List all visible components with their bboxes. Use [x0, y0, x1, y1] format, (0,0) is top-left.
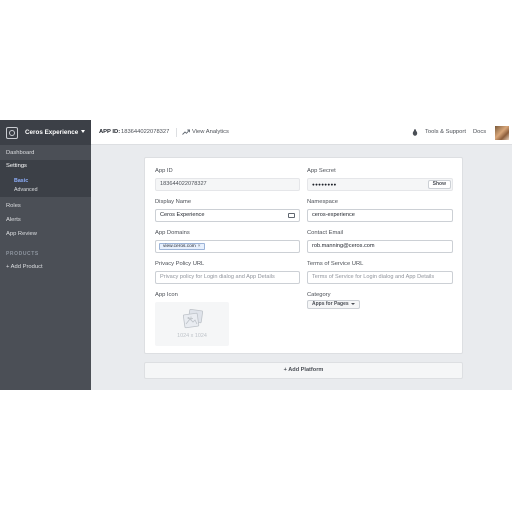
terms-of-service-field[interactable]: Terms of Service for Login dialog and Ap… — [307, 271, 453, 284]
trend-arrow-icon — [182, 129, 190, 135]
image-placeholder-icon — [182, 309, 204, 329]
products-heading: PRODUCTS — [6, 251, 39, 257]
app-id-label: APP ID: — [99, 129, 121, 135]
sidebar-item-app-review[interactable]: App Review — [0, 229, 91, 239]
basic-settings-card: App ID 183644022078327 App Secret ●●●●●●… — [144, 157, 463, 354]
category-dropdown[interactable]: Apps for Pages — [307, 300, 360, 309]
card-icon — [288, 213, 295, 218]
display-name-value: Ceros Experience — [160, 212, 205, 218]
sidebar-item-alerts[interactable]: Alerts — [0, 215, 91, 225]
app-dashboard-screenshot: Ceros Experience Dashboard Settings Basi… — [0, 120, 512, 390]
sidebar: Ceros Experience Dashboard Settings Basi… — [0, 120, 91, 390]
app-secret-value: ●●●●●●●● — [312, 182, 337, 187]
cube-icon — [6, 126, 18, 139]
domain-tag: view.ceros.com × — [159, 243, 205, 250]
privacy-policy-label: Privacy Policy URL — [155, 261, 205, 267]
terms-of-service-label: Terms of Service URL — [307, 261, 364, 267]
remove-domain-icon[interactable]: × — [198, 244, 201, 249]
namespace-label: Namespace — [307, 199, 338, 205]
sidebar-item-dashboard[interactable]: Dashboard — [0, 148, 91, 159]
sidebar-item-roles[interactable]: Roles — [0, 201, 91, 211]
main-content: App ID 183644022078327 App Secret ●●●●●●… — [91, 145, 512, 390]
app-id-value: 183644022078327 — [121, 129, 170, 135]
sidebar-item-advanced[interactable]: Advanced — [0, 186, 91, 194]
app-secret-label: App Secret — [307, 168, 336, 174]
app-id-field: 183644022078327 — [155, 178, 300, 191]
sidebar-item-settings[interactable]: Settings — [0, 160, 91, 172]
app-secret-field: ●●●●●●●● Show — [307, 178, 453, 191]
category-label: Category — [307, 292, 331, 298]
top-bar: APP ID: 183644022078327 View Analytics T… — [91, 120, 512, 145]
divider — [176, 128, 177, 137]
domain-tag-label: view.ceros.com — [163, 244, 196, 249]
caret-down-icon — [81, 130, 85, 133]
privacy-policy-field[interactable]: Privacy policy for Login dialog and App … — [155, 271, 300, 284]
app-domains-label: App Domains — [155, 230, 190, 236]
contact-email-field[interactable]: rob.manning@ceros.com — [307, 240, 453, 253]
show-secret-button[interactable]: Show — [427, 180, 451, 189]
app-icon-upload[interactable]: 1024 x 1024 — [155, 302, 229, 346]
bug-icon — [412, 129, 418, 136]
docs-link[interactable]: Docs — [473, 129, 486, 135]
app-icon-size-hint: 1024 x 1024 — [177, 333, 207, 339]
view-analytics-link[interactable]: View Analytics — [192, 129, 229, 135]
app-id-field-label: App ID — [155, 168, 173, 174]
caret-down-icon — [350, 302, 355, 305]
app-switcher[interactable]: Ceros Experience — [0, 120, 91, 145]
contact-email-label: Contact Email — [307, 230, 344, 236]
category-value: Apps for Pages — [312, 301, 349, 307]
app-domains-field[interactable]: view.ceros.com × — [155, 240, 300, 253]
tools-support-link[interactable]: Tools & Support — [425, 129, 466, 135]
add-product-link[interactable]: + Add Product — [0, 262, 91, 272]
sidebar-item-basic[interactable]: Basic — [0, 177, 91, 185]
app-icon-label: App Icon — [155, 292, 178, 298]
add-platform-button[interactable]: + Add Platform — [144, 362, 463, 379]
display-name-field[interactable]: Ceros Experience — [155, 209, 300, 222]
namespace-field[interactable]: ceros-experience — [307, 209, 453, 222]
display-name-label: Display Name — [155, 199, 192, 205]
app-name: Ceros Experience — [25, 129, 79, 136]
avatar[interactable] — [495, 126, 509, 140]
